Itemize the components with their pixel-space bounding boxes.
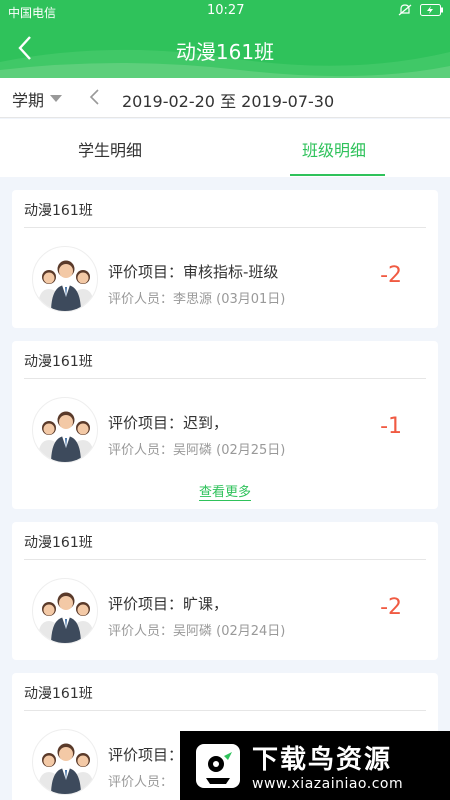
- group-avatar-icon: [32, 578, 98, 644]
- evaluator-info: 评价人员：吴阿磷 (02月24日): [108, 624, 286, 639]
- tab-bar: 学生明细 班级明细: [0, 119, 450, 177]
- card-header: 动漫161班: [24, 522, 426, 560]
- group-avatar-icon: [32, 729, 98, 795]
- watermark-title: 下载鸟资源: [252, 745, 393, 775]
- filter-bar: 学期 2019-02-20 至 2019-07-30: [0, 78, 450, 118]
- app-header: 中国电信 10:27 动漫161班: [0, 0, 450, 78]
- card-class-name: 动漫161班: [24, 203, 93, 219]
- tab-class-detail[interactable]: 班级明细: [302, 137, 366, 161]
- status-bar: 中国电信 10:27: [0, 0, 450, 24]
- page-title: 动漫161班: [175, 40, 275, 64]
- term-dropdown[interactable]: 学期: [12, 87, 63, 111]
- caret-down-icon: [50, 95, 63, 102]
- carrier-label: 中国电信: [8, 6, 57, 20]
- date-range: 2019-02-20 至 2019-07-30: [122, 92, 335, 111]
- battery-icon: [420, 4, 443, 16]
- group-avatar-icon: [32, 397, 98, 463]
- evaluation-card[interactable]: 动漫161班 评价项目：审核指标-班级 评价人员：李思源 (03月01日) -2: [12, 190, 438, 328]
- bell-off-icon: [398, 4, 412, 16]
- card-class-name: 动漫161班: [24, 535, 93, 551]
- evaluation-item: 评价项目：审核指标-班级: [108, 263, 279, 281]
- status-time: 10:27: [207, 3, 245, 18]
- score-value: -1: [380, 414, 402, 439]
- card-header: 动漫161班: [24, 673, 426, 711]
- evaluation-item: 评价项目：迟到，: [108, 414, 229, 432]
- card-class-name: 动漫161班: [24, 686, 93, 702]
- card-header: 动漫161班: [24, 341, 426, 379]
- card-class-name: 动漫161班: [24, 354, 93, 370]
- evaluator-info: 评价人员：李思源 (03月01日): [108, 292, 286, 307]
- evaluation-item: 评价项目：: [108, 746, 184, 764]
- previous-term-button[interactable]: [88, 86, 102, 112]
- watermark-url: www.xiazainiao.com: [252, 776, 404, 792]
- term-dropdown-label: 学期: [12, 91, 45, 110]
- group-avatar-icon: [32, 246, 98, 312]
- evaluation-card[interactable]: 动漫161班 评价项目：迟到， 评价人员：吴阿磷 (02月25日) -1 查看更…: [12, 341, 438, 509]
- see-more-link[interactable]: 查看更多: [199, 481, 252, 501]
- score-value: -2: [380, 595, 402, 620]
- bird-logo-icon: [196, 743, 240, 788]
- card-header: 动漫161班: [24, 190, 426, 228]
- evaluation-item: 评价项目：旷课，: [108, 595, 229, 613]
- active-tab-indicator: [290, 174, 385, 176]
- watermark-banner: 下载鸟资源 www.xiazainiao.com: [180, 731, 450, 800]
- chevron-left-icon: [89, 89, 99, 105]
- score-value: -2: [380, 263, 402, 288]
- evaluator-info: 评价人员：吴阿磷 (02月25日): [108, 443, 286, 458]
- evaluator-info: 评价人员：: [108, 775, 174, 790]
- tab-student-detail[interactable]: 学生明细: [78, 137, 142, 161]
- evaluation-card[interactable]: 动漫161班 评价项目：旷课， 评价人员：吴阿磷 (02月24日) -2: [12, 522, 438, 660]
